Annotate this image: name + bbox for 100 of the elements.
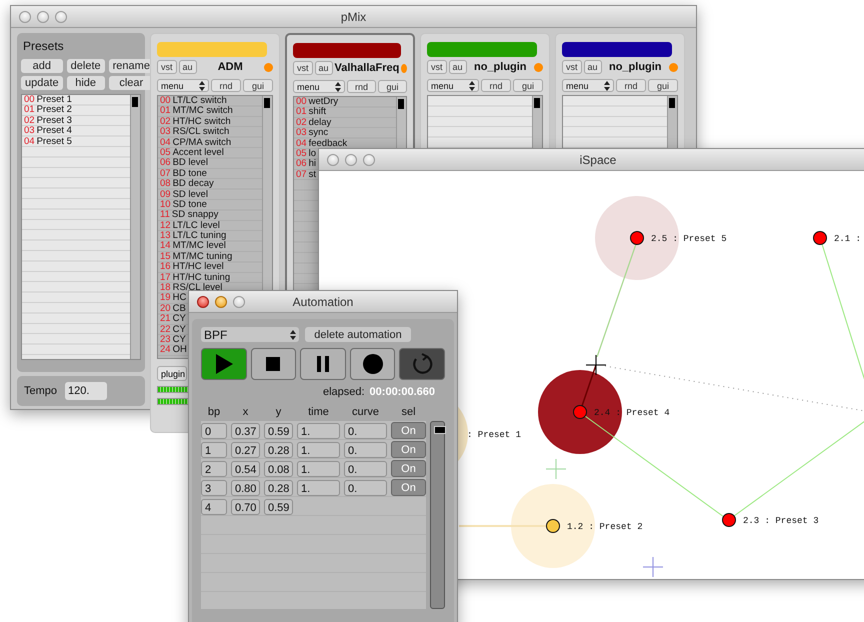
zoom-button[interactable] (233, 296, 245, 308)
number-field[interactable]: 0.08 (264, 460, 293, 476)
number-field[interactable]: 3 (201, 480, 227, 496)
format-button[interactable]: vst (293, 61, 313, 75)
preset-button[interactable]: update (21, 76, 63, 90)
action-button[interactable]: rnd (616, 79, 646, 92)
menu-dropdown[interactable]: menu (293, 80, 345, 93)
number-field[interactable]: 0.28 (264, 442, 293, 458)
number-field[interactable]: 0.70 (231, 498, 260, 514)
action-button[interactable]: gui (378, 80, 407, 93)
row-label[interactable]: Preset 4 (36, 126, 72, 137)
format-button[interactable]: au (178, 60, 197, 74)
minimize-button[interactable] (215, 296, 227, 308)
row-label[interactable]: MT/MC level (172, 241, 226, 252)
loop-button[interactable] (399, 348, 445, 380)
minimize-button[interactable] (345, 154, 357, 166)
zoom-button[interactable] (55, 10, 67, 22)
format-button[interactable]: au (584, 60, 602, 74)
row-label[interactable]: CY (172, 314, 186, 325)
row-label[interactable]: HT/HC tuning (172, 272, 230, 284)
close-button[interactable] (327, 154, 339, 166)
row-label[interactable]: lo (308, 148, 316, 160)
row-label[interactable]: SD snappy (172, 210, 218, 221)
number-field[interactable]: 1. (297, 460, 340, 476)
number-field[interactable]: 0. (344, 480, 387, 496)
row-label[interactable]: CY (172, 324, 186, 335)
mode-dropdown[interactable]: BPF (201, 327, 299, 342)
row-label[interactable]: Preset 5 (36, 136, 72, 147)
scroll-thumb[interactable] (398, 99, 404, 109)
plugin-button[interactable]: plugin (157, 366, 188, 381)
close-button[interactable] (19, 10, 31, 22)
tempo-field[interactable]: 120. (65, 382, 108, 400)
number-field[interactable]: 0.28 (264, 480, 293, 496)
row-label[interactable]: Preset 3 (36, 116, 72, 126)
row-label[interactable]: Preset 2 (36, 105, 72, 116)
row-label[interactable]: HT/HC level (172, 262, 224, 273)
number-field[interactable]: 0.37 (231, 422, 260, 438)
scroll-thumb[interactable] (434, 426, 446, 434)
preset-button[interactable]: add (21, 59, 63, 73)
stop-button[interactable] (250, 348, 296, 380)
format-button[interactable]: vst (157, 60, 177, 74)
scroll-thumb[interactable] (264, 98, 270, 108)
row-label[interactable]: RS/CL level (172, 283, 222, 294)
action-button[interactable]: rnd (211, 79, 241, 92)
row-label[interactable]: MT/MC tuning (172, 252, 232, 262)
menu-dropdown[interactable]: menu (562, 79, 614, 92)
action-button[interactable]: gui (513, 79, 543, 92)
row-label[interactable]: OH (172, 345, 187, 356)
row-label[interactable]: HC (172, 293, 186, 304)
play-button[interactable] (201, 348, 247, 380)
preset-button[interactable]: delete (66, 59, 105, 73)
number-field[interactable]: 0. (344, 442, 387, 458)
row-label[interactable]: BD decay (172, 179, 214, 190)
row-label[interactable]: wetDry (308, 97, 338, 108)
close-button[interactable] (197, 296, 209, 308)
row-label[interactable]: SD tone (172, 200, 207, 210)
format-button[interactable]: vst (427, 60, 447, 74)
number-field[interactable]: 0 (201, 422, 227, 438)
number-field[interactable]: 0. (344, 422, 387, 438)
row-label[interactable]: RS/CL switch (172, 127, 230, 138)
row-label[interactable]: st (308, 170, 316, 180)
record-button[interactable] (350, 348, 396, 380)
row-label[interactable]: HT/HC switch (172, 116, 231, 128)
row-label[interactable]: CB (172, 304, 186, 314)
row-label[interactable]: LT/LC switch (172, 96, 227, 106)
node-dot[interactable] (813, 231, 827, 245)
row-label[interactable]: MT/MC switch (172, 106, 233, 117)
number-field[interactable]: 0.54 (231, 460, 260, 476)
row-label[interactable]: feedback (308, 138, 348, 149)
menu-dropdown[interactable]: menu (157, 79, 209, 92)
row-label[interactable]: BD tone (172, 168, 207, 180)
number-field[interactable]: 0.59 (264, 498, 293, 514)
action-button[interactable]: gui (243, 79, 273, 92)
minimize-button[interactable] (37, 10, 49, 22)
number-field[interactable]: 2 (201, 460, 227, 476)
node-dot[interactable] (722, 513, 736, 527)
row-label[interactable]: LT/LC level (172, 220, 220, 232)
number-field[interactable]: 4 (201, 498, 227, 514)
row-label[interactable]: CY (172, 334, 186, 346)
row-label[interactable]: delay (308, 118, 332, 128)
number-field[interactable]: 1. (297, 442, 340, 458)
number-field[interactable]: 1 (201, 442, 227, 458)
action-button[interactable]: gui (648, 79, 678, 92)
action-button[interactable]: rnd (481, 79, 511, 92)
format-button[interactable]: au (314, 61, 333, 75)
pause-button[interactable] (300, 348, 346, 380)
scrollbar[interactable] (430, 421, 445, 609)
row-label[interactable]: shift (308, 107, 326, 118)
row-label[interactable]: SD level (172, 190, 208, 200)
number-field[interactable]: 0. (344, 460, 387, 476)
scroll-thumb[interactable] (534, 98, 540, 108)
zoom-button[interactable] (363, 154, 375, 166)
number-field[interactable]: 0.59 (264, 422, 293, 438)
delete-button[interactable]: delete automation (305, 327, 411, 342)
number-field[interactable]: 0.80 (231, 480, 260, 496)
action-button[interactable]: rnd (347, 80, 376, 93)
number-field[interactable]: 1. (297, 480, 340, 496)
number-field[interactable]: 1. (297, 422, 340, 438)
row-label[interactable]: CP/MA switch (172, 138, 232, 148)
preset-button[interactable]: hide (66, 76, 105, 90)
